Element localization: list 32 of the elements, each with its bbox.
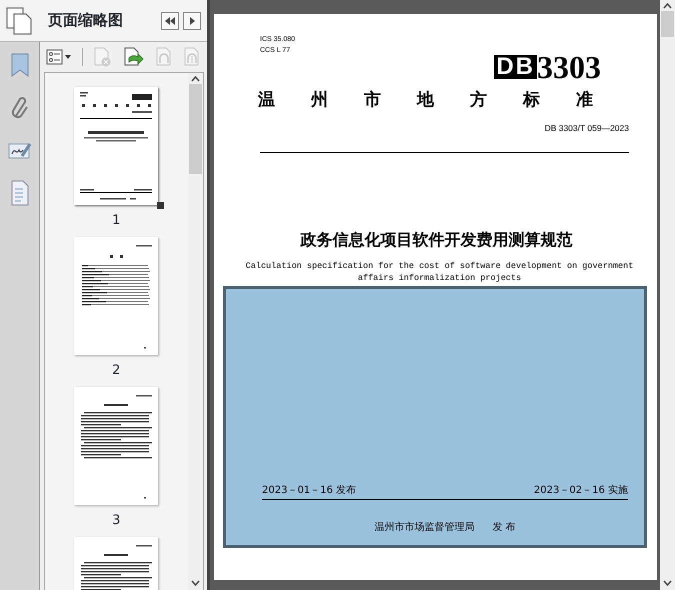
collapse-button[interactable] — [160, 12, 179, 30]
page-thumbnail[interactable] — [74, 387, 158, 505]
page-number: 3 — [112, 512, 120, 530]
view-area-marker[interactable] — [157, 202, 164, 209]
standard-category: 温州市地方标准 — [258, 89, 629, 112]
standard-logo-letters: DB — [494, 55, 537, 79]
document-icon[interactable] — [10, 180, 30, 206]
scroll-down-icon[interactable] — [190, 580, 200, 586]
right-arrow-icon — [188, 16, 196, 26]
page-thumbnail[interactable] — [74, 237, 158, 355]
publisher: 温州市市场监督管理局 — [374, 520, 474, 536]
insert-page-button[interactable] — [123, 47, 145, 67]
scrollbar-thumb[interactable] — [188, 84, 202, 174]
document-title: 政务信息化项目软件开发费用测算规范 — [299, 229, 574, 252]
page-number: 2 — [112, 362, 120, 380]
scrollbar-thumb[interactable] — [661, 11, 674, 37]
page-number: 1 — [112, 212, 120, 230]
panel-title: 页面缩略图 — [48, 10, 124, 32]
issue-date: 2023－01－16 发布 — [262, 484, 356, 498]
standard-number: DB 3303/T 059—2023 — [544, 122, 629, 134]
publish-label: 发 布 — [492, 521, 516, 536]
scroll-down-icon[interactable] — [663, 580, 672, 586]
effective-date: 2023－02－16 实施 — [534, 484, 628, 498]
double-left-arrow-icon — [164, 16, 176, 26]
scroll-up-icon[interactable] — [663, 3, 672, 9]
scroll-up-icon[interactable] — [190, 76, 200, 82]
standard-logo-number: 3303 — [537, 52, 601, 82]
options-button[interactable] — [46, 49, 72, 65]
pages-icon[interactable] — [6, 6, 32, 34]
page-thumbnail[interactable] — [74, 87, 158, 205]
english-title: Calculation specification for the cost of software development on government affairs informalization projects — [244, 260, 634, 284]
expand-button[interactable] — [182, 12, 201, 30]
